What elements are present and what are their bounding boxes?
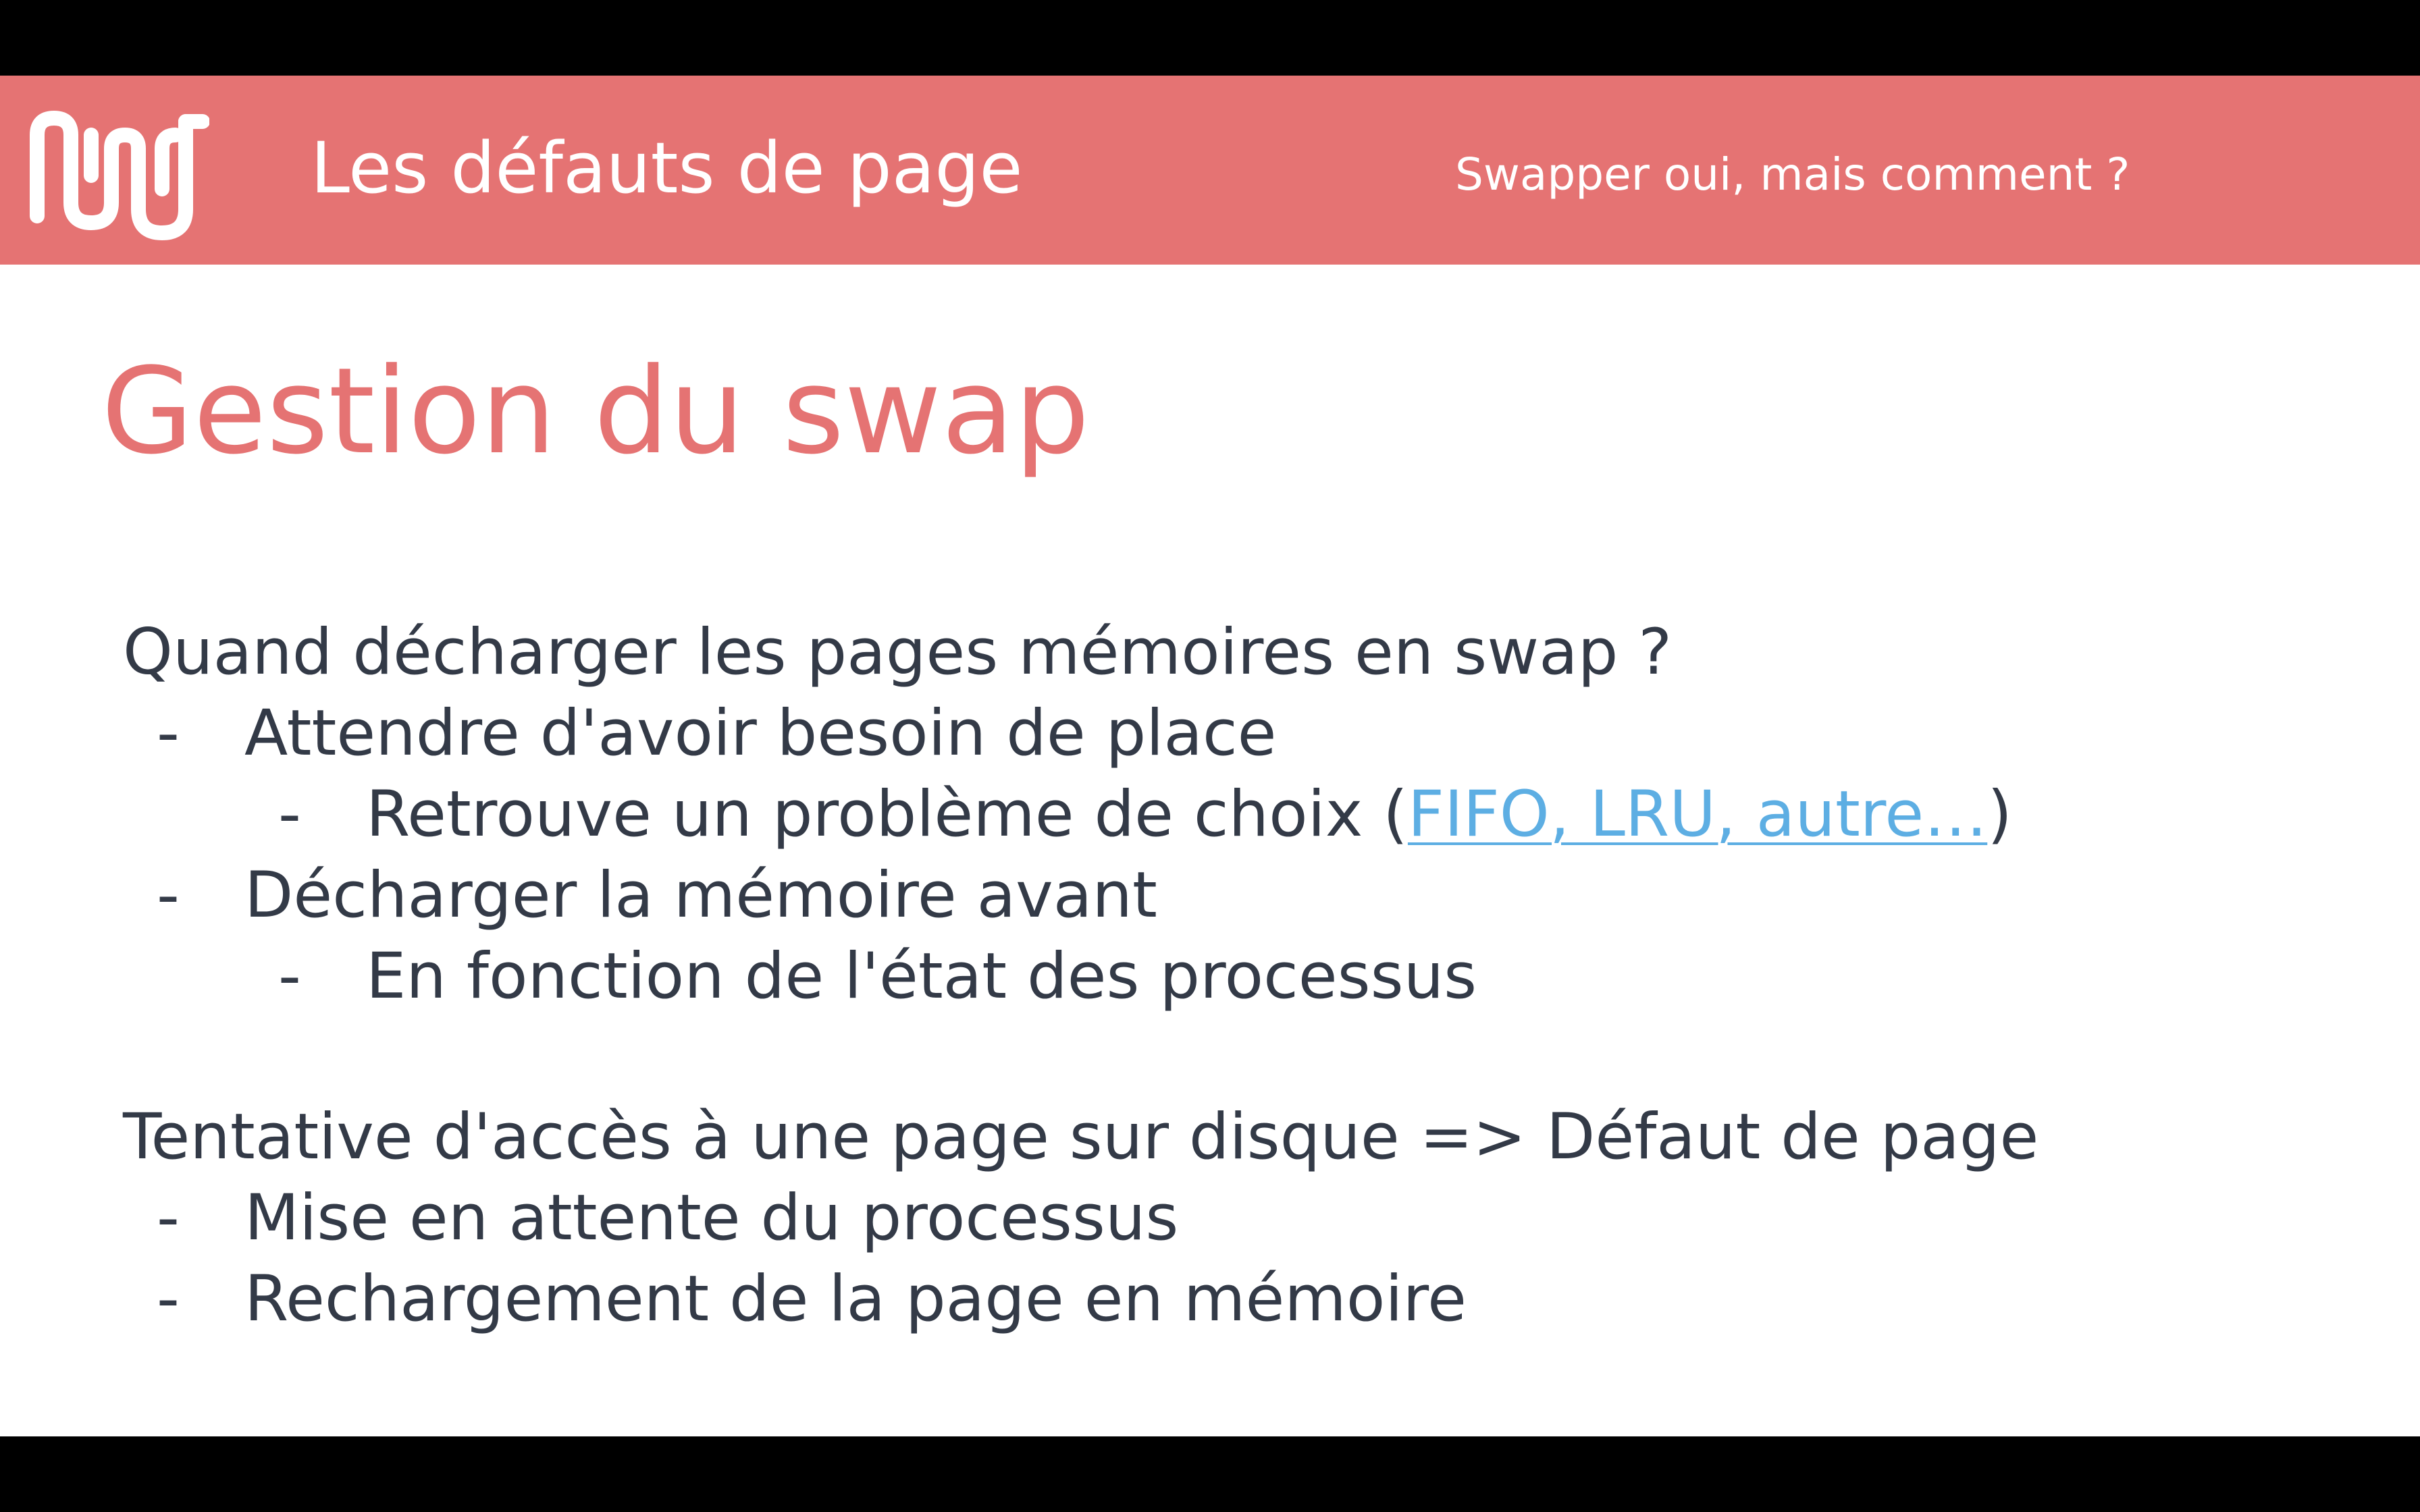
list-item-text: Décharger la mémoire avant <box>244 859 1157 932</box>
list-dash: - <box>157 1181 180 1255</box>
wavy-line-logo-icon <box>30 111 209 240</box>
list-item-text: Mise en attente du processus <box>244 1181 1179 1255</box>
letterbox-bottom <box>0 1436 2420 1512</box>
header-subtitle: Swapper oui, mais comment ? <box>1455 148 2130 200</box>
list-dash: - <box>157 1262 180 1336</box>
list-item-text: En fonction de l'état des processus <box>366 940 1477 1013</box>
list-item-text: Retrouve un problème de choix (FIFO, LRU… <box>366 783 2012 846</box>
list-dash: - <box>157 697 180 770</box>
list-dash: - <box>157 859 180 932</box>
slide-header: Les défauts de page Swapper oui, mais co… <box>0 76 2420 265</box>
section-heading: Tentative d'accès à une page sur disque … <box>123 1100 2039 1174</box>
header-title: Les défauts de page <box>311 127 1023 209</box>
list-dash: - <box>278 778 301 851</box>
fifo-lru-link[interactable]: FIFO, LRU, autre… <box>1408 778 1987 851</box>
letterbox-top <box>0 0 2420 76</box>
list-item-text-before: Retrouve un problème de choix ( <box>366 778 1408 851</box>
section-heading: Quand décharger les pages mémoires en sw… <box>123 616 1673 689</box>
list-dash: - <box>278 940 301 1013</box>
list-item-text-after: ) <box>1987 778 2012 851</box>
list-item-text: Rechargement de la page en mémoire <box>244 1262 1467 1336</box>
slide-title: Gestion du swap <box>101 342 1090 481</box>
slide: Les défauts de page Swapper oui, mais co… <box>0 76 2420 1436</box>
list-item-text: Attendre d'avoir besoin de place <box>244 697 1277 770</box>
